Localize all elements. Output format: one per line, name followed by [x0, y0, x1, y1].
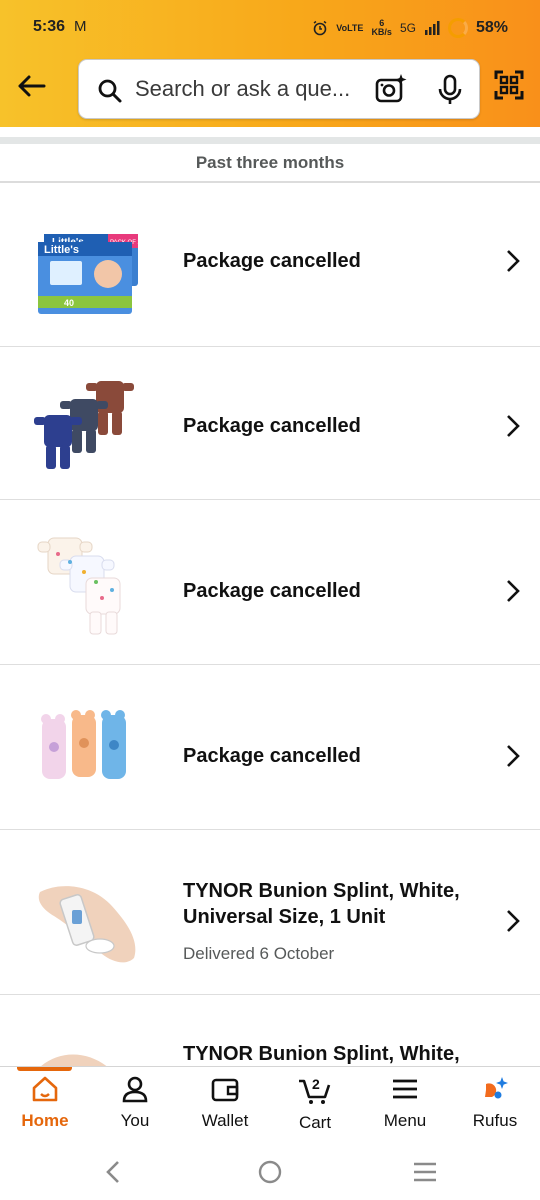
speed-unit: KB/s	[371, 27, 392, 37]
volte-indicator: VoLTE	[336, 22, 364, 33]
alarm-icon	[313, 20, 327, 36]
nav-wallet[interactable]: Wallet	[180, 1075, 270, 1143]
status-time: 5:36	[33, 18, 66, 35]
baby-sleeping-bag-image	[41, 710, 126, 779]
bottom-nav: Home You Wallet 2 Cart Menu Rufus	[0, 1066, 540, 1147]
microphone-icon[interactable]	[437, 74, 463, 106]
nav-label: Wallet	[201, 1111, 249, 1130]
qr-scan-icon[interactable]	[494, 70, 524, 100]
order-row[interactable]: Package cancelled	[0, 665, 540, 830]
diaper-pack-image: Little's PACK OF 2 Little's 40	[38, 234, 142, 314]
divider	[0, 137, 540, 144]
order-row[interactable]: Package cancelled	[0, 500, 540, 665]
nav-menu[interactable]: Menu	[360, 1075, 450, 1143]
system-back-icon[interactable]	[104, 1159, 122, 1185]
network-type: 5G	[399, 21, 416, 35]
order-row[interactable]: TYNOR Bunion Splint, White, Universal Si…	[0, 830, 540, 995]
delivery-status: Delivered 6 October	[183, 944, 335, 963]
chevron-right-icon	[507, 250, 520, 272]
status-bar: 5:36 M VoLTE 6 KB/s 5G 58%	[0, 0, 540, 56]
nav-cart[interactable]: 2 Cart	[270, 1075, 360, 1143]
search-icon	[98, 79, 122, 103]
order-title: Package cancelled	[183, 415, 361, 437]
wallet-icon	[211, 1078, 239, 1102]
nav-label: Home	[21, 1111, 69, 1130]
home-icon	[32, 1076, 58, 1102]
bunion-splint-image	[38, 886, 136, 963]
order-row[interactable]: TYNOR Bunion Splint, White,	[0, 995, 540, 1066]
nav-label: Rufus	[472, 1111, 518, 1130]
chevron-right-icon	[507, 580, 520, 602]
speed-indicator: 6 KB/s	[371, 19, 392, 37]
app-header: 5:36 M VoLTE 6 KB/s 5G 58%	[0, 0, 540, 127]
nav-label: Cart	[298, 1113, 332, 1132]
signal-icon	[424, 21, 440, 35]
order-title: Package cancelled	[183, 250, 361, 272]
order-row[interactable]: Package cancelled	[0, 335, 540, 500]
search-bar[interactable]	[78, 59, 480, 119]
system-home-icon[interactable]	[257, 1159, 283, 1185]
nav-label: You	[120, 1111, 150, 1130]
nav-home[interactable]: Home	[0, 1075, 90, 1143]
battery-icon	[447, 18, 468, 38]
person-icon	[122, 1076, 148, 1103]
rufus-icon	[485, 1077, 508, 1099]
brand-text: Little's	[44, 244, 79, 256]
nav-label: Menu	[383, 1111, 427, 1130]
gmail-icon: M	[74, 18, 87, 35]
back-button[interactable]	[12, 66, 50, 106]
status-right: VoLTE 6 KB/s 5G 58%	[312, 18, 508, 38]
menu-icon	[393, 1079, 417, 1099]
section-header: Past three months	[0, 144, 540, 183]
chevron-right-icon	[507, 745, 520, 767]
order-title: Package cancelled	[183, 580, 361, 602]
battery-percent: 58%	[475, 19, 508, 36]
chevron-right-icon	[507, 415, 520, 437]
baby-clothes-image	[37, 537, 121, 635]
system-recents-icon[interactable]	[412, 1161, 438, 1183]
chevron-right-icon	[507, 910, 520, 932]
search-input[interactable]	[135, 74, 357, 104]
count-text: 40	[64, 298, 74, 308]
active-tab-indicator	[17, 1067, 72, 1071]
camera-search-icon[interactable]	[375, 74, 407, 104]
nav-you[interactable]: You	[90, 1075, 180, 1143]
bunion-splint-image	[41, 1054, 107, 1066]
sleepsuit-image	[34, 381, 134, 469]
order-title: TYNOR Bunion Splint, White, Universal Si…	[183, 880, 460, 928]
cart-count: 2	[312, 1076, 320, 1092]
order-row[interactable]: Little's PACK OF 2 Little's 40 Package c…	[0, 182, 540, 347]
cart-icon: 2	[299, 1076, 331, 1104]
order-title: Package cancelled	[183, 745, 361, 767]
order-title: TYNOR Bunion Splint, White,	[183, 1043, 460, 1065]
nav-rufus[interactable]: Rufus	[450, 1075, 540, 1143]
arrow-left-icon	[18, 75, 46, 97]
system-nav-bar	[0, 1146, 540, 1200]
